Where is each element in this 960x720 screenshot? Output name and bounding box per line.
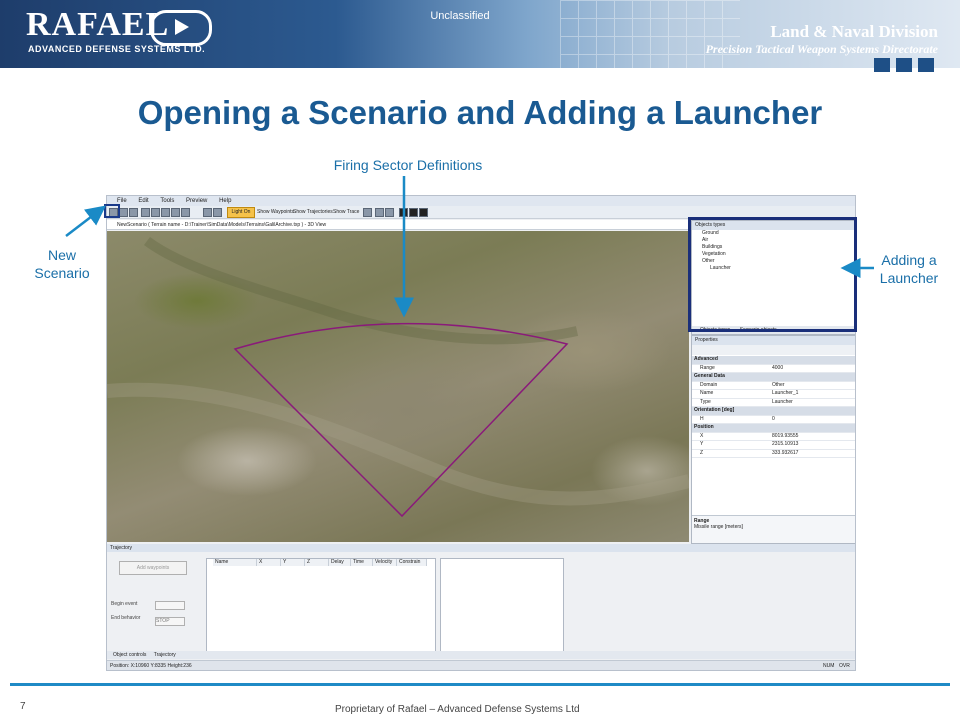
arrow-new-scenario <box>65 205 106 237</box>
footer-text: Proprietary of Rafael – Advanced Defense… <box>335 704 580 715</box>
callout-arrows <box>65 176 874 318</box>
footer-line <box>10 683 950 686</box>
page-number: 7 <box>20 701 26 712</box>
